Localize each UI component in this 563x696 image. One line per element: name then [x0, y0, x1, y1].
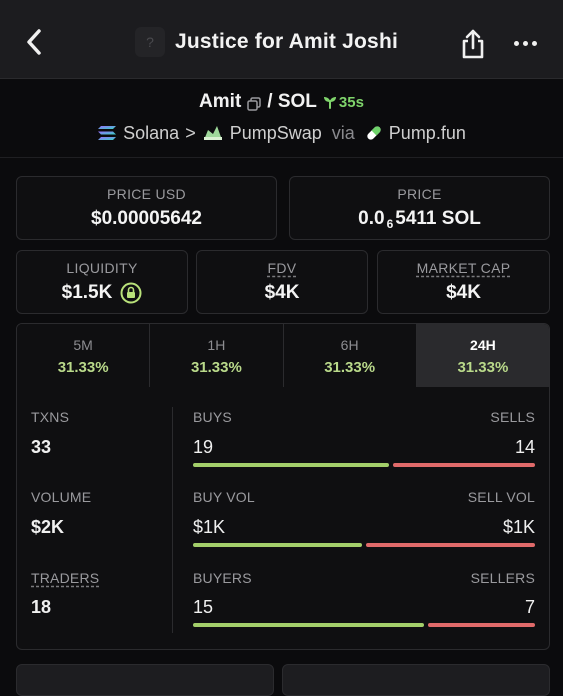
- buys-value: 19: [193, 437, 214, 457]
- solana-icon: [98, 126, 117, 140]
- dex-name[interactable]: PumpSwap: [230, 123, 322, 144]
- pair-header: Amit / SOL 35s: [0, 88, 563, 116]
- price-native-digits: 5411: [395, 207, 437, 229]
- price-usd-value: $0.00005642: [91, 208, 202, 229]
- stats-panel: TXNS 33 BUYS 19 SELLS 14 VOLUME $2K BUY …: [16, 387, 550, 650]
- chain-breadcrumb: Solana > PumpSwap via Pump.fun: [0, 120, 563, 146]
- base-token[interactable]: Amit: [199, 91, 241, 113]
- dot-icon: [531, 40, 537, 46]
- dot-icon: [513, 40, 519, 46]
- price-native-unit: SOL: [441, 207, 481, 229]
- sellers-label: SELLERS: [470, 570, 535, 586]
- via-label: via: [331, 122, 355, 143]
- volume-label: VOLUME: [31, 489, 92, 505]
- buyers-label: BUYERS: [193, 570, 252, 586]
- price-native-label: PRICE: [397, 185, 442, 202]
- tab-change: 31.33%: [57, 358, 109, 376]
- buys-bar: [193, 463, 389, 467]
- sells-value: 14: [514, 437, 535, 457]
- price-native-card: PRICE 0.0 6 5411 SOL: [289, 176, 550, 240]
- market-cap-label[interactable]: MARKET CAP: [417, 260, 511, 276]
- liquidity-value-row: $1.5K: [62, 282, 143, 304]
- share-button[interactable]: [460, 28, 486, 60]
- volume-value: $2K: [31, 517, 65, 537]
- liquidity-label: LIQUIDITY: [66, 260, 138, 276]
- sell-vol-label: SELL VOL: [467, 489, 535, 505]
- bottom-action-button-left[interactable]: [16, 664, 274, 696]
- lock-icon[interactable]: [120, 282, 142, 304]
- fdv-value: $4K: [264, 282, 300, 303]
- dot-icon: [522, 40, 528, 46]
- tab-24h[interactable]: 24H 31.33%: [416, 324, 549, 388]
- sell-vol-bar: [366, 543, 535, 547]
- market-cap-card: MARKET CAP $4K: [377, 250, 550, 314]
- tab-change: 31.33%: [324, 358, 376, 376]
- title-group: ? Justice for Amit Joshi: [135, 24, 398, 60]
- chevron-left-icon: [27, 29, 41, 55]
- tab-change: 31.33%: [190, 358, 242, 376]
- page-title: Justice for Amit Joshi: [175, 30, 399, 53]
- buy-vol-value: $1K: [193, 517, 226, 537]
- txns-value: 33: [31, 437, 52, 457]
- market-cap-value: $4K: [446, 282, 481, 303]
- chain-name[interactable]: Solana: [123, 123, 179, 144]
- sells-bar: [393, 463, 535, 467]
- period-tabs: 5M 31.33% 1H 31.33% 6H 31.33% 24H 31.33%: [16, 323, 550, 389]
- sells-label: SELLS: [490, 409, 535, 425]
- share-icon: [462, 29, 484, 59]
- tab-label: 6H: [340, 336, 359, 353]
- sell-vol-value: $1K: [502, 517, 535, 537]
- back-button[interactable]: [18, 24, 50, 60]
- price-native-value: 0.0 6 5411 SOL: [358, 208, 481, 231]
- top-bar: ? Justice for Amit Joshi: [0, 0, 563, 79]
- more-options-button[interactable]: [510, 30, 540, 56]
- sellers-bar: [428, 623, 535, 627]
- sellers-value: 7: [524, 597, 535, 617]
- fdv-card: FDV $4K: [196, 250, 368, 314]
- liquidity-card: LIQUIDITY $1.5K: [16, 250, 188, 314]
- pair-age-value: 35s: [338, 93, 364, 111]
- quote-token: / SOL: [267, 91, 317, 112]
- tab-1h[interactable]: 1H 31.33%: [150, 324, 284, 388]
- token-avatar: ?: [135, 27, 165, 57]
- price-native-prefix: 0.0: [358, 207, 385, 229]
- traders-value: 18: [31, 597, 52, 617]
- header-divider: [0, 157, 563, 158]
- traders-label[interactable]: TRADERS: [31, 570, 99, 586]
- price-usd-label: PRICE USD: [107, 186, 186, 202]
- price-usd-card: PRICE USD $0.00005642: [16, 176, 277, 240]
- tab-5m[interactable]: 5M 31.33%: [17, 324, 151, 388]
- tab-label: 24H: [470, 336, 496, 353]
- copy-icon[interactable]: [247, 95, 262, 111]
- breadcrumb-separator: >: [185, 122, 196, 143]
- bottom-action-button-right[interactable]: [282, 664, 550, 696]
- tab-6h[interactable]: 6H 31.33%: [283, 324, 417, 388]
- tab-change: 31.33%: [457, 358, 509, 376]
- buy-vol-bar: [193, 543, 362, 547]
- price-native-zero-count: 6: [386, 216, 394, 231]
- tab-label: 5M: [73, 336, 93, 353]
- pair-age: 35s: [323, 94, 364, 111]
- buy-vol-label: BUY VOL: [193, 489, 255, 505]
- pill-icon: [367, 126, 381, 140]
- buys-label: BUYS: [193, 409, 232, 425]
- sprout-icon: [323, 97, 336, 109]
- tab-label: 1H: [207, 336, 226, 353]
- liquidity-value: $1.5K: [61, 282, 113, 303]
- launchpad-name[interactable]: Pump.fun: [389, 123, 466, 144]
- buyers-bar: [193, 623, 424, 627]
- stats-divider: [172, 407, 173, 633]
- buyers-value: 15: [193, 597, 214, 617]
- fdv-label[interactable]: FDV: [268, 260, 297, 276]
- pumpswap-icon: [203, 126, 222, 140]
- txns-label: TXNS: [31, 409, 70, 425]
